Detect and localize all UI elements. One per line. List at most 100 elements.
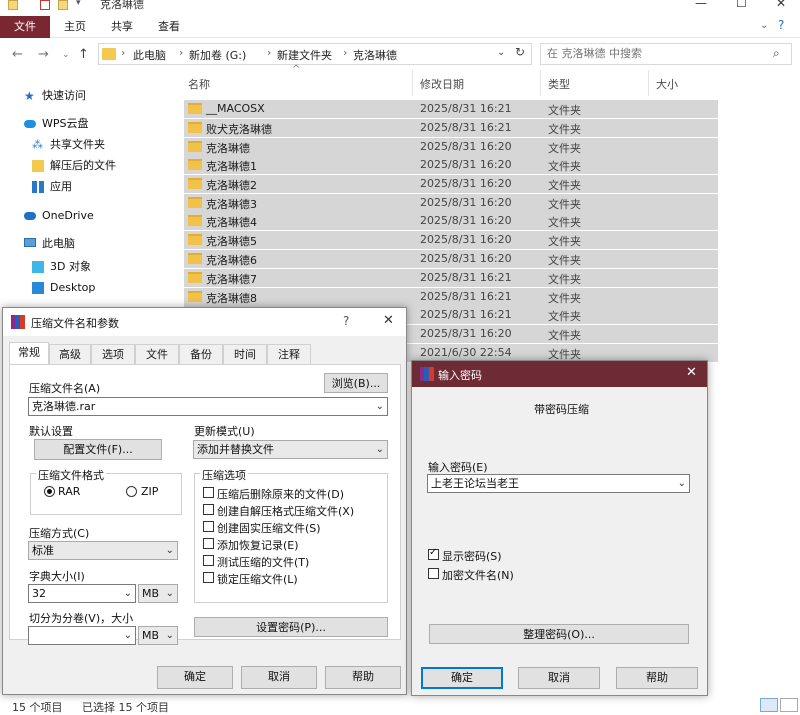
tab-time[interactable]: 时间 bbox=[223, 344, 267, 364]
recent-locations-icon[interactable]: ⌄ bbox=[62, 50, 70, 60]
breadcrumb-folder[interactable]: 新建文件夹 bbox=[277, 47, 332, 63]
breadcrumb-current[interactable]: 克洛琳德 bbox=[353, 47, 397, 63]
format-rar-radio[interactable] bbox=[44, 486, 55, 497]
browse-button[interactable]: 浏览(B)... bbox=[324, 373, 388, 393]
search-input[interactable] bbox=[547, 47, 767, 60]
tab-files[interactable]: 文件 bbox=[135, 344, 179, 364]
chevron-down-icon[interactable]: ⌄ bbox=[166, 542, 174, 559]
column-divider[interactable] bbox=[648, 70, 649, 96]
tab-share[interactable]: 共享 bbox=[111, 16, 133, 38]
help-button[interactable]: 帮助 bbox=[616, 667, 698, 689]
chevron-down-icon[interactable]: ⌄ bbox=[678, 475, 686, 492]
delete-after-checkbox[interactable] bbox=[203, 487, 214, 498]
profiles-button[interactable]: 配置文件(F)... bbox=[34, 439, 162, 460]
column-name[interactable]: 名称 bbox=[188, 76, 210, 92]
tab-home[interactable]: 主页 bbox=[64, 16, 86, 38]
help-icon[interactable]: ? bbox=[343, 314, 349, 328]
ok-button[interactable]: 确定 bbox=[157, 666, 233, 689]
file-row[interactable]: 克洛琳德 2025/8/31 16:20 文件夹 bbox=[184, 138, 718, 156]
encrypt-filenames-checkbox[interactable] bbox=[428, 568, 439, 579]
breadcrumb-drive[interactable]: 新加卷 (G:) bbox=[189, 47, 246, 63]
column-date[interactable]: 修改日期 bbox=[420, 76, 464, 92]
file-row[interactable]: 克洛琳德5 2025/8/31 16:20 文件夹 bbox=[184, 231, 718, 249]
organize-passwords-button[interactable]: 整理密码(O)... bbox=[429, 624, 689, 644]
properties-icon[interactable] bbox=[40, 0, 50, 10]
ok-button[interactable]: 确定 bbox=[421, 667, 503, 689]
recovery-record-checkbox[interactable] bbox=[203, 538, 214, 549]
tab-advanced[interactable]: 高级 bbox=[49, 344, 91, 364]
tab-comment[interactable]: 注释 bbox=[267, 344, 311, 364]
column-divider[interactable] bbox=[412, 70, 413, 96]
tab-options[interactable]: 选项 bbox=[91, 344, 135, 364]
refresh-icon[interactable]: ↻ bbox=[515, 45, 525, 59]
folder-icon bbox=[188, 103, 202, 114]
lock-archive-checkbox[interactable] bbox=[203, 572, 214, 583]
minimize-icon[interactable]: — bbox=[695, 0, 707, 10]
test-files-checkbox[interactable] bbox=[203, 555, 214, 566]
tab-file[interactable]: 文件 bbox=[0, 16, 50, 38]
file-row[interactable]: 克洛琳德7 2025/8/31 16:21 文件夹 bbox=[184, 269, 718, 287]
chevron-right-icon[interactable]: › bbox=[343, 46, 347, 59]
split-unit-select[interactable]: MB ⌄ bbox=[138, 626, 178, 645]
forward-icon[interactable]: → bbox=[38, 47, 49, 62]
dict-unit-select[interactable]: MB ⌄ bbox=[138, 584, 178, 603]
file-row[interactable]: __MACOSX 2025/8/31 16:21 文件夹 bbox=[184, 100, 718, 118]
file-row[interactable]: 败犬克洛琳德 2025/8/31 16:21 文件夹 bbox=[184, 119, 718, 137]
tab-view[interactable]: 查看 bbox=[158, 16, 180, 38]
show-password-checkbox[interactable] bbox=[428, 547, 439, 560]
column-size[interactable]: 大小 bbox=[656, 76, 678, 92]
column-divider[interactable] bbox=[540, 70, 541, 96]
tab-general[interactable]: 常规 bbox=[9, 342, 49, 365]
details-view-icon[interactable] bbox=[760, 698, 778, 712]
file-row[interactable]: 克洛琳德3 2025/8/31 16:20 文件夹 bbox=[184, 194, 718, 212]
chevron-down-icon[interactable]: ⌄ bbox=[166, 585, 174, 602]
customize-qat-icon[interactable]: ▾ bbox=[76, 0, 81, 8]
update-mode-label: 更新模式(U) bbox=[194, 425, 255, 438]
solid-checkbox[interactable] bbox=[203, 521, 214, 532]
address-dropdown-icon[interactable]: ⌄ bbox=[497, 47, 505, 58]
cancel-button[interactable]: 取消 bbox=[518, 667, 600, 689]
format-zip-radio[interactable] bbox=[126, 486, 137, 497]
file-row[interactable]: 克洛琳德2 2025/8/31 16:20 文件夹 bbox=[184, 175, 718, 193]
file-row[interactable]: 克洛琳德6 2025/8/31 16:20 文件夹 bbox=[184, 250, 718, 268]
update-mode-select[interactable]: 添加并替换文件 ⌄ bbox=[193, 440, 388, 459]
chevron-down-icon[interactable]: ⌄ bbox=[376, 398, 384, 415]
password-input[interactable]: 上老王论坛当老王 ⌄ bbox=[427, 474, 690, 493]
up-icon[interactable]: ↑ bbox=[78, 47, 89, 62]
close-icon[interactable]: ✕ bbox=[776, 0, 786, 10]
split-volume-combo[interactable]: ⌄ bbox=[28, 626, 136, 645]
method-select[interactable]: 标准 ⌄ bbox=[28, 541, 178, 560]
chevron-down-icon[interactable]: ⌄ bbox=[376, 441, 384, 458]
help-button[interactable]: 帮助 bbox=[325, 666, 401, 689]
method-label: 压缩方式(C) bbox=[29, 527, 90, 540]
set-password-button[interactable]: 设置密码(P)... bbox=[194, 617, 388, 637]
file-row[interactable]: 克洛琳德1 2025/8/31 16:20 文件夹 bbox=[184, 156, 718, 174]
split-volume-label: 切分为分卷(V)，大小 bbox=[29, 612, 134, 625]
chevron-down-icon[interactable]: ⌄ bbox=[166, 627, 174, 644]
close-icon[interactable]: ✕ bbox=[686, 365, 697, 380]
chevron-down-icon[interactable]: ⌄ bbox=[124, 627, 132, 644]
cancel-button[interactable]: 取消 bbox=[241, 666, 317, 689]
chevron-down-icon[interactable]: ⌄ bbox=[124, 585, 132, 602]
search-box[interactable]: ⌕ bbox=[540, 43, 792, 65]
chevron-right-icon[interactable]: › bbox=[179, 46, 183, 59]
close-icon[interactable]: ✕ bbox=[383, 313, 394, 328]
back-icon[interactable]: ← bbox=[12, 47, 23, 62]
breadcrumb-this-pc[interactable]: 此电脑 bbox=[133, 47, 166, 63]
maximize-icon[interactable]: ☐ bbox=[736, 0, 747, 10]
help-icon[interactable]: ? bbox=[778, 18, 784, 32]
tab-backup[interactable]: 备份 bbox=[179, 344, 223, 364]
file-row[interactable]: 克洛琳德8 2025/8/31 16:21 文件夹 bbox=[184, 288, 718, 306]
archive-name-combo[interactable]: 克洛琳德.rar ⌄ bbox=[28, 397, 388, 416]
file-row[interactable]: 克洛琳德4 2025/8/31 16:20 文件夹 bbox=[184, 212, 718, 230]
sfx-checkbox[interactable] bbox=[203, 504, 214, 515]
large-icons-view-icon[interactable] bbox=[780, 698, 798, 712]
search-icon[interactable]: ⌕ bbox=[773, 46, 780, 61]
dict-size-combo[interactable]: 32 ⌄ bbox=[28, 584, 136, 603]
column-type[interactable]: 类型 bbox=[548, 76, 570, 92]
chevron-right-icon[interactable]: › bbox=[121, 46, 125, 59]
address-bar[interactable]: › 此电脑 › 新加卷 (G:) › 新建文件夹 › 克洛琳德 ⌄ ↻ bbox=[98, 43, 532, 65]
chevron-right-icon[interactable]: › bbox=[267, 46, 271, 59]
new-folder-icon[interactable] bbox=[58, 0, 68, 10]
ribbon-expand-icon[interactable]: ⌄ bbox=[760, 20, 768, 31]
